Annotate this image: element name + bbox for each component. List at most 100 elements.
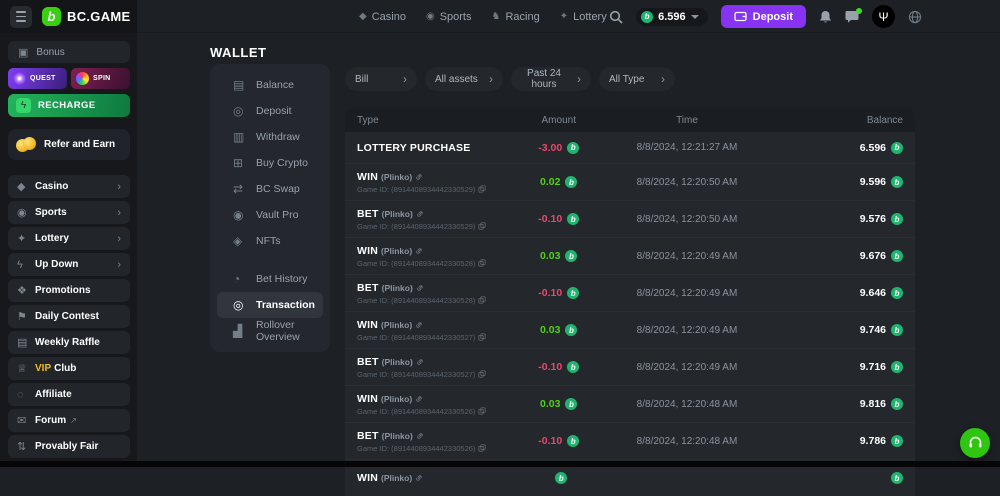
sidebar-item[interactable]: ⇅ Provably Fair ↗ [8, 435, 130, 458]
spin-button[interactable]: SPIN [71, 68, 130, 89]
copy-icon[interactable] [478, 222, 486, 230]
copy-icon[interactable] [478, 259, 486, 267]
left-sidebar: ▣ Bonus QUEST SPIN ϟ RECHARGE Refer and … [8, 41, 130, 461]
wallet-nav-item[interactable]: ◎ Deposit [217, 98, 323, 124]
wallet-nav-item[interactable]: ▥ Withdraw [217, 124, 323, 150]
transaction-balance: 9.646 [860, 287, 886, 299]
top-nav-item[interactable]: ◆ Casino [359, 11, 406, 23]
link-icon[interactable] [415, 321, 423, 329]
search-icon[interactable] [609, 10, 623, 24]
top-nav-item[interactable]: ♞ Racing [491, 11, 539, 23]
link-icon[interactable] [416, 284, 424, 292]
wallet-nav-item[interactable]: ◔ Bet History [217, 266, 323, 292]
link-icon[interactable] [415, 247, 423, 255]
transaction-game: (Plinko) [382, 283, 413, 293]
filter-dropdown[interactable]: Past 24 hours [511, 67, 591, 91]
recharge-button[interactable]: ϟ RECHARGE [8, 94, 130, 117]
transaction-amount: -0.10 [538, 435, 562, 447]
transaction-time: 8/8/2024, 12:20:48 AM [602, 436, 773, 447]
chevron-right-icon [661, 72, 665, 86]
wallet-nav-item[interactable]: ◈ NFTs [217, 228, 323, 254]
bell-icon[interactable] [819, 10, 832, 24]
filter-label: All Type [609, 74, 644, 85]
transaction-type: WIN [357, 245, 378, 257]
coin-icon [565, 176, 577, 188]
support-button[interactable] [960, 428, 990, 458]
casino-icon: ◆ [17, 180, 35, 193]
copy-icon[interactable] [478, 333, 486, 341]
link-icon[interactable] [415, 395, 423, 403]
table-row: WIN (Plinko) Game ID: (89144089344423305… [345, 163, 915, 200]
transaction-time: 8/8/2024, 12:21:27 AM [602, 142, 773, 153]
link-icon[interactable] [416, 432, 424, 440]
transactions-table: Type Amount Time Balance LOTTERY PURCHAS… [345, 108, 915, 496]
link-icon[interactable] [415, 474, 423, 482]
wallet-nav-item[interactable]: ◎ Transaction [217, 292, 323, 318]
link-icon[interactable] [416, 210, 424, 218]
sidebar-item[interactable]: ❖ Promotions ↗ [8, 279, 130, 302]
wallet-nav-item[interactable]: ▟ Rollover Overview [217, 318, 323, 344]
transaction-time: 8/8/2024, 12:20:50 AM [602, 177, 773, 188]
chat-icon[interactable] [845, 10, 859, 23]
copy-icon[interactable] [478, 370, 486, 378]
header-amount: Amount [516, 115, 602, 126]
sidebar-item[interactable]: ✉ Forum ↗ [8, 409, 130, 432]
deposit-icon: ◎ [233, 104, 247, 118]
coin-icon [891, 250, 903, 262]
transaction-type: WIN [357, 319, 378, 331]
copy-icon[interactable] [478, 444, 486, 452]
transaction-type: WIN [357, 393, 378, 405]
sidebar-item[interactable]: ◆ Casino ↗ [8, 175, 130, 198]
coin-icon [567, 287, 579, 299]
transaction-game: (Plinko) [381, 473, 412, 483]
wallet-nav-item[interactable]: ▤ Balance [217, 72, 323, 98]
transaction-balance: 9.816 [860, 398, 886, 410]
coin-icon [555, 472, 567, 484]
top-nav-item[interactable]: ◉ Sports [426, 11, 472, 23]
sidebar-item[interactable]: ✦ Lottery ↗ [8, 227, 130, 250]
transaction-type: BET [357, 356, 379, 368]
sidebar-item[interactable]: ♕ VIP Club ↗ [8, 357, 130, 380]
wallet-nav-item[interactable]: ◉ Vault Pro [217, 202, 323, 228]
casino-icon: ◆ [359, 11, 367, 22]
bonus-button[interactable]: ▣ Bonus [8, 41, 130, 63]
link-icon[interactable] [416, 358, 424, 366]
sidebar-item[interactable]: ◉ Sports ↗ [8, 201, 130, 224]
sidebar-item[interactable]: ϟ Up Down ↗ [8, 253, 130, 276]
wallet-nav-item[interactable]: ⇄ BC Swap [217, 176, 323, 202]
filter-label: Past 24 hours [521, 68, 567, 90]
logo[interactable]: BC.GAME [42, 7, 131, 26]
daily-contest-icon: ⚑ [17, 310, 35, 323]
balance-selector[interactable]: 6.596 [636, 8, 708, 26]
globe-icon[interactable] [908, 10, 922, 24]
copy-icon[interactable] [478, 185, 486, 193]
external-link-icon: ↗ [70, 416, 77, 425]
avatar[interactable]: Ψ [872, 5, 895, 28]
sidebar-item[interactable]: ⚑ Daily Contest ↗ [8, 305, 130, 328]
copy-icon[interactable] [478, 407, 486, 415]
link-icon[interactable] [415, 173, 423, 181]
hamburger-menu-icon[interactable] [10, 6, 32, 28]
coin-icon [565, 398, 577, 410]
sidebar-item[interactable]: ▤ Weekly Raffle ↗ [8, 331, 130, 354]
filter-dropdown[interactable]: All Type [599, 67, 675, 91]
coin-icon [565, 324, 577, 336]
affiliate-icon: ◌ [17, 389, 35, 401]
top-nav-label: Lottery [573, 11, 607, 23]
deposit-button[interactable]: Deposit [721, 5, 806, 28]
topbar-left: BC.GAME [0, 0, 137, 33]
weekly-raffle-icon: ▤ [17, 336, 35, 349]
refer-and-earn-card[interactable]: Refer and Earn [8, 129, 130, 160]
quest-button[interactable]: QUEST [8, 68, 67, 89]
wallet-nav-label: BC Swap [256, 183, 300, 195]
filter-dropdown[interactable]: Bill [345, 67, 417, 91]
wallet-nav-item[interactable]: ⊞ Buy Crypto [217, 150, 323, 176]
transaction-game: (Plinko) [382, 209, 413, 219]
top-nav-item[interactable]: ✦ Lottery [560, 11, 607, 23]
sidebar-item[interactable]: ◌ Affiliate ↗ [8, 383, 130, 406]
filter-label: Bill [355, 74, 368, 85]
copy-icon[interactable] [478, 296, 486, 304]
filter-dropdown[interactable]: All assets [425, 67, 503, 91]
chevron-right-icon [489, 72, 493, 86]
coin-icon [891, 142, 903, 154]
